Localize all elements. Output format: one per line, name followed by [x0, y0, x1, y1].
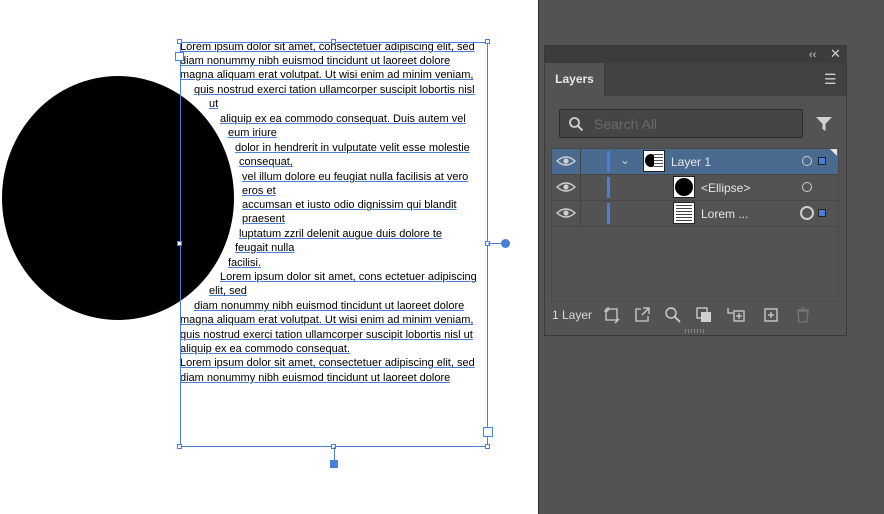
in-port-icon[interactable]	[175, 52, 184, 61]
layer-color-bar	[607, 151, 610, 172]
search-field[interactable]	[559, 109, 803, 138]
export-icon[interactable]	[633, 306, 651, 324]
selected-corner-indicator	[830, 149, 837, 156]
new-layer-icon[interactable]	[762, 306, 780, 324]
layers-panel: ‹‹ ✕ Layers ☰ ⌄ Layer 1	[544, 45, 847, 336]
delete-icon[interactable]	[794, 306, 812, 324]
layer-thumbnail	[643, 150, 665, 172]
locate-object-icon[interactable]	[664, 306, 682, 324]
layers-list: ⌄ Layer 1 <Ellipse> Lorem ...	[551, 148, 839, 302]
resize-handle-bottom-right[interactable]	[485, 444, 490, 449]
resize-handle-top-left[interactable]	[177, 39, 182, 44]
close-icon[interactable]: ✕	[830, 47, 841, 60]
new-sublayer-icon[interactable]	[727, 306, 745, 324]
search-input[interactable]	[594, 115, 794, 133]
widget-connector-bottom	[334, 447, 335, 461]
layer-row-layer-1[interactable]: ⌄ Layer 1	[552, 149, 838, 175]
collect-for-export-icon[interactable]	[603, 306, 621, 324]
resize-handle-left[interactable]	[177, 241, 182, 246]
eye-icon[interactable]	[556, 179, 576, 195]
artboard-canvas[interactable]: Lorem ipsum dolor sit amet, consectetuer…	[0, 0, 538, 514]
resize-handle-top[interactable]	[331, 39, 336, 44]
target-circle-icon[interactable]	[802, 156, 812, 166]
text-thumbnail	[673, 202, 695, 224]
lock-column[interactable]	[580, 175, 581, 200]
resize-handle-bottom-left[interactable]	[177, 444, 182, 449]
clipping-mask-icon[interactable]	[695, 306, 713, 324]
layer-count: 1 Layer	[552, 308, 593, 322]
chevron-down-icon[interactable]: ⌄	[620, 154, 630, 166]
area-type-widget-bottom[interactable]	[330, 460, 338, 468]
layer-label[interactable]: <Ellipse>	[701, 181, 750, 195]
target-circle-icon[interactable]	[802, 182, 812, 192]
layer-label[interactable]: Lorem ...	[701, 207, 748, 221]
selection-square-icon[interactable]	[818, 157, 826, 165]
ellipse-thumbnail	[673, 176, 695, 198]
out-port-icon[interactable]	[483, 427, 493, 437]
lock-column[interactable]	[580, 149, 581, 174]
selection-bounding-box	[180, 42, 488, 447]
collapse-icon[interactable]: ‹‹	[809, 49, 816, 61]
area-type-widget-right[interactable]	[501, 239, 510, 248]
layer-row-text[interactable]: Lorem ...	[552, 201, 838, 227]
layer-color-bar	[607, 177, 610, 198]
panel-tab-bar: Layers ☰	[545, 63, 846, 96]
layer-color-bar	[607, 203, 610, 224]
lock-column[interactable]	[580, 201, 581, 226]
layer-label[interactable]: Layer 1	[671, 155, 711, 169]
panel-footer: 1 Layer	[545, 303, 846, 329]
resize-handle-top-right[interactable]	[485, 39, 490, 44]
target-circle-selected-icon[interactable]	[800, 206, 814, 220]
panel-title-bar[interactable]: ‹‹ ✕	[545, 46, 846, 63]
resize-grip[interactable]	[685, 329, 705, 333]
filter-icon[interactable]	[814, 114, 834, 134]
search-icon	[569, 117, 584, 132]
eye-icon[interactable]	[556, 205, 576, 221]
tab-layers[interactable]: Layers	[545, 63, 605, 96]
selection-square-icon[interactable]	[818, 209, 826, 217]
panel-menu-icon[interactable]: ☰	[824, 72, 837, 86]
widget-connector-right	[488, 243, 502, 244]
layer-row-ellipse[interactable]: <Ellipse>	[552, 175, 838, 201]
eye-icon[interactable]	[556, 153, 576, 169]
